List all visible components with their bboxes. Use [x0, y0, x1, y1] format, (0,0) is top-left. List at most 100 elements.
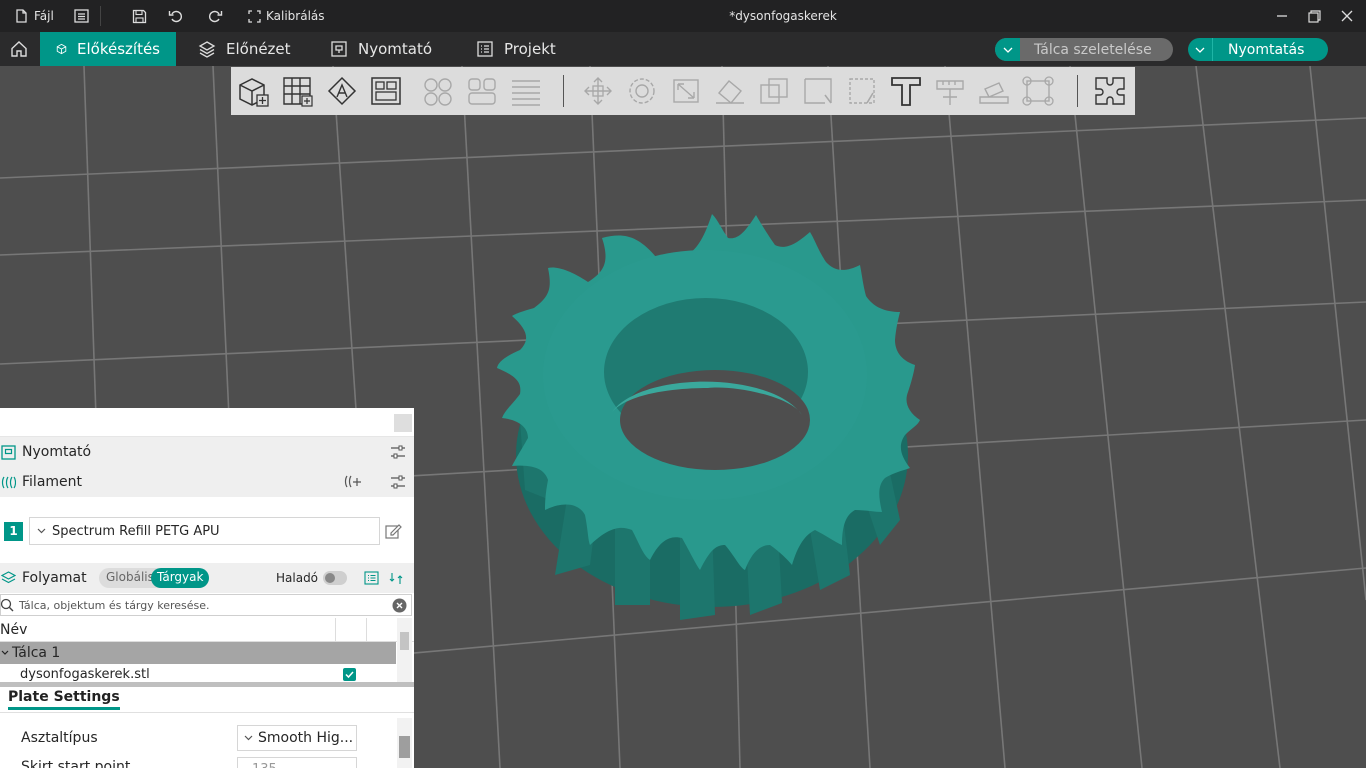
add-plate-icon[interactable]: [281, 75, 315, 107]
move-icon[interactable]: [581, 75, 615, 107]
skirt-start-row: Skirt start point 135: [0, 754, 414, 768]
settings-scrollbar[interactable]: [397, 718, 412, 768]
sidebar-panel: Nyomtató Filament 1 Spectrum Refill PETG…: [0, 408, 414, 768]
bed-type-row: Asztaltípus Smooth Hig...: [0, 724, 414, 752]
calibration-icon: [248, 9, 261, 23]
print-label: Nyomtatás: [1228, 41, 1305, 58]
window-title: *dysonfogaskerek: [729, 9, 837, 23]
save-icon[interactable]: [132, 0, 147, 32]
list-view-icon[interactable]: [364, 571, 379, 585]
settings-sliders-icon[interactable]: [390, 474, 406, 490]
search-icon: [0, 598, 14, 612]
object-row-label: dysonfogaskerek.stl: [20, 666, 150, 682]
menu-icon[interactable]: [74, 0, 89, 32]
compare-icon[interactable]: [389, 571, 406, 586]
title-bar: Fájl Kalibrálás *dysonfogaskerek: [0, 0, 1366, 32]
brim-ears-icon[interactable]: [1021, 75, 1055, 107]
print-button[interactable]: Nyomtatás: [1188, 38, 1328, 61]
scope-toggle[interactable]: Globális Tárgyak: [99, 568, 210, 588]
filament-section-header[interactable]: Filament: [0, 467, 414, 497]
close-window-icon[interactable]: [1341, 0, 1353, 32]
advanced-toggle[interactable]: [323, 571, 347, 585]
seam-paint-icon[interactable]: [845, 75, 879, 107]
rotate-icon[interactable]: [625, 75, 659, 107]
support-paint-icon[interactable]: [801, 75, 835, 107]
split-parts-icon[interactable]: [465, 75, 499, 107]
tab-project[interactable]: Projekt: [460, 32, 572, 66]
chevron-down-icon: [1003, 47, 1012, 53]
filament-section-label: Filament: [22, 474, 83, 490]
tab-printer[interactable]: Nyomtató: [314, 32, 448, 66]
filament-name: Spectrum Refill PETG APU: [52, 523, 220, 539]
tab-prepare[interactable]: Előkészítés: [40, 32, 176, 66]
process-section-header: Folyamat Globális Tárgyak Haladó: [0, 563, 414, 593]
variable-layer-icon[interactable]: [509, 75, 543, 107]
plate-row[interactable]: Tálca 1: [0, 642, 396, 664]
column-name-header: Név: [0, 621, 28, 638]
restore-icon[interactable]: [1308, 0, 1321, 32]
gear-model[interactable]: [497, 214, 920, 620]
tab-preview[interactable]: Előnézet: [182, 32, 307, 66]
collapse-button[interactable]: [394, 414, 412, 432]
scope-objects[interactable]: Tárgyak: [151, 568, 210, 588]
calibration-label: Kalibrálás: [266, 9, 325, 23]
panel-header: [0, 408, 414, 437]
puzzle-icon[interactable]: [1093, 75, 1127, 107]
assembly-icon[interactable]: [977, 75, 1011, 107]
bed-type-label: Asztaltípus: [21, 730, 98, 746]
settings-sliders-icon[interactable]: [390, 444, 406, 460]
object-list-scrollbar[interactable]: [397, 618, 412, 682]
chevron-down-icon: [244, 735, 253, 741]
add-filament-icon[interactable]: [344, 474, 362, 490]
slice-plate-button[interactable]: Tálca szeletelése: [995, 38, 1173, 61]
search-bar[interactable]: Tálca, objektum és tárgy keresése.: [0, 594, 412, 616]
split-objects-icon[interactable]: [421, 75, 455, 107]
object-list-header: Név: [0, 618, 414, 642]
text-tool-icon[interactable]: [889, 75, 923, 107]
printer-icon: [1, 444, 16, 460]
printer-section-header[interactable]: Nyomtató: [0, 437, 414, 467]
cube-icon: [56, 43, 67, 55]
object-visible-checkbox[interactable]: [343, 668, 356, 681]
tab-printer-label: Nyomtató: [358, 40, 433, 58]
print-dropdown-arrow[interactable]: [1188, 38, 1213, 61]
lay-on-face-icon[interactable]: [713, 75, 747, 107]
object-toolbar: [231, 67, 1135, 115]
object-row[interactable]: dysonfogaskerek.stl: [0, 664, 396, 684]
search-input[interactable]: Tálca, objektum és tárgy keresése.: [19, 599, 210, 612]
skirt-start-label: Skirt start point: [21, 759, 131, 768]
scale-icon[interactable]: [669, 75, 703, 107]
slice-dropdown-arrow[interactable]: [995, 38, 1020, 61]
filament-index-badge: 1: [4, 521, 23, 541]
plate-row-label: Tálca 1: [12, 645, 61, 661]
printer-icon: [331, 41, 347, 57]
chevron-down-icon: [37, 528, 46, 534]
tab-preview-label: Előnézet: [226, 40, 291, 58]
chevron-down-icon: [1195, 47, 1205, 53]
file-menu[interactable]: Fájl: [14, 0, 54, 32]
auto-orient-icon[interactable]: [325, 75, 359, 107]
add-object-icon[interactable]: [237, 75, 271, 107]
bed-type-select[interactable]: Smooth Hig...: [237, 725, 357, 751]
plate-settings-tab[interactable]: Plate Settings: [0, 687, 414, 713]
cut-icon[interactable]: [757, 75, 791, 107]
check-icon: [345, 671, 354, 679]
clear-search-icon[interactable]: [392, 598, 407, 613]
project-icon: [477, 41, 493, 57]
home-icon: [11, 41, 27, 57]
redo-icon[interactable]: [207, 0, 223, 32]
home-button[interactable]: [0, 32, 38, 66]
scope-global[interactable]: Globális: [106, 570, 154, 584]
calibration-menu[interactable]: Kalibrálás: [248, 0, 325, 32]
minimize-icon[interactable]: [1276, 0, 1288, 32]
measure-icon[interactable]: [933, 75, 967, 107]
filament-select[interactable]: Spectrum Refill PETG APU: [29, 517, 380, 545]
skirt-start-input[interactable]: 135: [237, 757, 357, 768]
edit-icon[interactable]: [385, 523, 402, 540]
advanced-label: Haladó: [276, 571, 319, 585]
tab-prepare-label: Előkészítés: [77, 40, 160, 58]
undo-icon[interactable]: [168, 0, 184, 32]
file-icon: [16, 9, 27, 23]
filament-icon: [1, 476, 16, 488]
arrange-icon[interactable]: [369, 75, 403, 107]
